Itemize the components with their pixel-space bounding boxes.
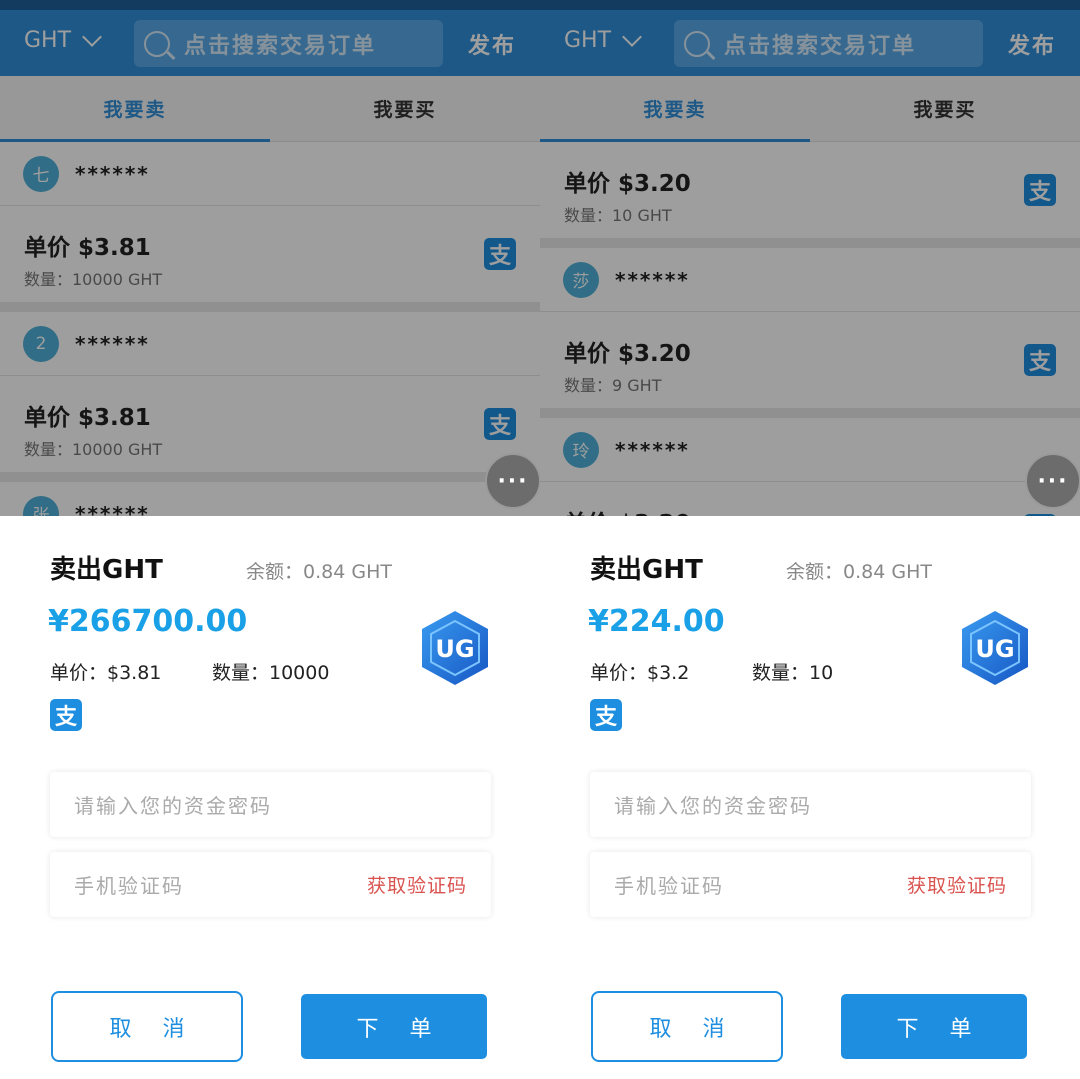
right-screen: GHT 点击搜索交易订单 发布 我要卖 我要买 单价 $3.20 数量：10 G… [540,0,1080,1079]
list-item-order[interactable]: 单价 $3.20 数量：10 GHT 支 [540,142,1080,238]
list-item-order[interactable]: 单价 $3.20 支 [540,482,1080,516]
ug-logo-icon: UG [962,611,1028,685]
trade-tabs: 我要卖 我要买 [540,76,1080,142]
divider [0,302,540,312]
sheet-title: 卖出GHT [50,555,163,585]
trade-tabs: 我要卖 我要买 [0,76,540,142]
order-list-area: GHT 点击搜索交易订单 发布 我要卖 我要买 单价 $3.20 数量：10 G… [540,0,1080,516]
get-code-button[interactable]: 获取验证码 [907,871,1007,898]
search-icon [144,30,170,57]
fund-password-field[interactable]: 请输入您的资金密码 [50,772,491,837]
search-placeholder: 点击搜索交易订单 [184,33,377,59]
coin-selector[interactable]: GHT [564,26,642,53]
chevron-down-icon [622,26,642,47]
quantity: 数量：10000 [212,662,330,684]
list-item-user: 七 ****** [0,142,540,206]
masked-username: ****** [615,437,690,462]
unit-price: 单价：$3.81 [50,662,162,684]
unit-price: 单价 $3.20 [564,504,1080,516]
tab-buy[interactable]: 我要买 [810,76,1080,141]
search-placeholder: 点击搜索交易订单 [724,33,917,59]
list-item-order[interactable]: 单价 $3.81 数量：10000 GHT 支 [0,206,540,302]
unit-price: 单价 $3.20 [564,171,691,197]
status-bar [540,0,1080,10]
top-header: GHT 点击搜索交易订单 发布 [0,10,540,76]
quantity: 数量：10000 GHT [24,440,163,459]
alipay-icon: 支 [484,238,516,270]
password-placeholder: 请输入您的资金密码 [74,794,272,818]
unit-price: 单价 $3.81 [24,235,151,261]
list-item-user: 莎 ****** [540,248,1080,312]
list-item-user: 张 ****** [0,482,540,516]
tab-buy[interactable]: 我要买 [270,76,540,141]
place-order-button[interactable]: 下 单 [841,994,1027,1059]
search-icon [684,30,710,57]
fund-password-field[interactable]: 请输入您的资金密码 [590,772,1031,837]
sms-code-field[interactable]: 手机验证码 获取验证码 [50,852,491,917]
tab-sell[interactable]: 我要卖 [0,76,270,142]
list-item-order[interactable]: 单价 $3.20 数量：9 GHT 支 [540,312,1080,408]
logo-text: UG [435,635,474,663]
total-amount: ¥224.00 [588,604,725,639]
masked-username: ****** [75,501,150,517]
chevron-down-icon [82,26,102,47]
sheet-title: 卖出GHT [590,555,703,585]
cancel-button[interactable]: 取 消 [51,991,243,1062]
tab-sell[interactable]: 我要卖 [540,76,810,142]
avatar: 2 [23,325,59,362]
sms-placeholder: 手机验证码 [614,874,724,898]
unit-price: 单价 $3.20 [564,341,691,367]
masked-username: ****** [75,161,150,186]
top-header: GHT 点击搜索交易订单 发布 [540,10,1080,76]
list-item-user: 2 ****** [0,312,540,376]
left-screen: GHT 点击搜索交易订单 发布 我要卖 我要买 七 ****** 单价 $3.8… [0,0,540,1079]
order-list-area: GHT 点击搜索交易订单 发布 我要卖 我要买 七 ****** 单价 $3.8… [0,0,540,516]
alipay-icon: 支 [484,408,516,440]
total-amount: ¥266700.00 [48,604,248,639]
balance: 余额：0.84 GHT [786,561,932,583]
sell-sheet: 卖出GHT 余额：0.84 GHT ¥266700.00 单价：$3.81 数量… [0,516,540,1079]
masked-username: ****** [615,267,690,292]
avatar: 玲 [563,431,599,468]
quantity: 数量：10 [752,662,834,684]
balance: 余额：0.84 GHT [246,561,392,583]
alipay-icon: 支 [50,699,82,731]
unit-price: 单价：$3.2 [590,662,690,684]
place-order-button[interactable]: 下 单 [301,994,487,1059]
coin-label: GHT [24,28,72,53]
more-options-button[interactable]: ··· [1025,453,1080,509]
publish-button[interactable]: 发布 [468,28,516,60]
sell-sheet: 卖出GHT 余额：0.84 GHT ¥224.00 单价：$3.2 数量：10 … [540,516,1080,1079]
get-code-button[interactable]: 获取验证码 [367,871,467,898]
avatar: 七 [23,155,59,192]
search-input[interactable]: 点击搜索交易订单 [674,20,983,67]
divider [0,472,540,482]
logo-text: UG [975,635,1014,663]
list-item-user: 玲 ****** [540,418,1080,482]
more-options-button[interactable]: ··· [485,453,540,509]
password-placeholder: 请输入您的资金密码 [614,794,812,818]
cancel-button[interactable]: 取 消 [591,991,783,1062]
publish-button[interactable]: 发布 [1008,28,1056,60]
divider [540,238,1080,248]
alipay-icon: 支 [1024,344,1056,376]
masked-username: ****** [75,331,150,356]
quantity: 数量：10 GHT [564,206,672,225]
divider [540,408,1080,418]
avatar: 张 [23,495,59,516]
coin-label: GHT [564,28,612,53]
quantity: 数量：9 GHT [564,376,662,395]
ug-logo-icon: UG [422,611,488,685]
sms-code-field[interactable]: 手机验证码 获取验证码 [590,852,1031,917]
alipay-icon: 支 [1024,174,1056,206]
status-bar [0,0,540,10]
quantity: 数量：10000 GHT [24,270,163,289]
unit-price: 单价 $3.81 [24,405,151,431]
search-input[interactable]: 点击搜索交易订单 [134,20,443,67]
alipay-icon: 支 [590,699,622,731]
coin-selector[interactable]: GHT [24,26,102,53]
list-item-order[interactable]: 单价 $3.81 数量：10000 GHT 支 [0,376,540,472]
avatar: 莎 [563,261,599,298]
sms-placeholder: 手机验证码 [74,874,184,898]
